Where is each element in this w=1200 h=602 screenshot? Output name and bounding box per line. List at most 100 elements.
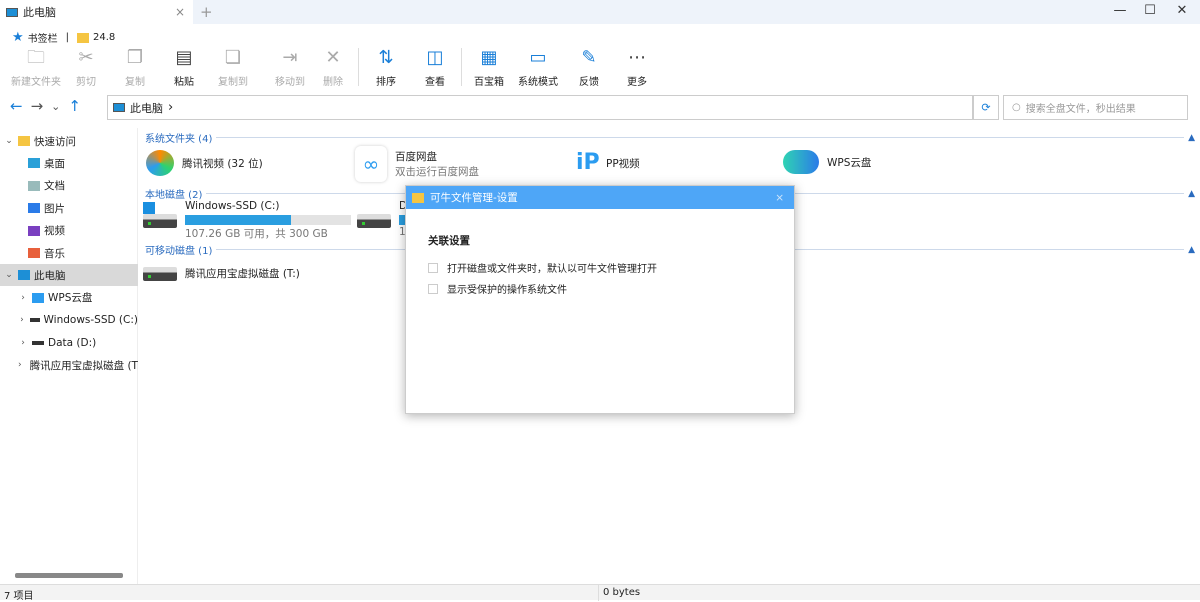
folder-wps-cloud[interactable]: WPS云盘 (783, 150, 871, 174)
bookmark-bar-label[interactable]: 书签栏 (28, 30, 58, 45)
sidebar-item-icon (28, 158, 40, 169)
address-bar[interactable]: 此电脑 › (107, 95, 973, 120)
up-icon[interactable]: ↑ (68, 97, 81, 115)
sidebar-item-1[interactable]: 桌面 (0, 152, 138, 174)
toolbar-label: 粘贴 (174, 77, 194, 88)
breadcrumb-chevron[interactable]: › (168, 100, 173, 115)
sidebar-item-label: 文档 (44, 180, 65, 193)
section-system-folders[interactable]: 系统文件夹 (4) ▲ (145, 130, 1195, 146)
drive-c[interactable]: Windows-SSD (C:) 107.26 GB 可用，共 300 GB (142, 200, 351, 241)
sidebar-item-label: 腾讯应用宝虚拟磁盘 (T:) (29, 359, 138, 372)
more-icon: ⋯ (628, 47, 646, 68)
sidebar-scrollbar[interactable] (15, 573, 123, 578)
sidebar-item-3[interactable]: 图片 (0, 197, 138, 219)
folder-icon (77, 32, 90, 43)
drive-t[interactable]: 腾讯应用宝虚拟磁盘 (T:) (143, 266, 300, 281)
tencent-video-icon (146, 150, 174, 176)
folder-baidu-netdisk[interactable]: ∞ 百度网盘双击运行百度网盘 (355, 146, 479, 182)
chevron-icon[interactable]: ⌄ (4, 270, 14, 280)
toolbar-label: 查看 (425, 77, 445, 88)
toolbar-button-6[interactable]: ✕ 删除 (305, 46, 361, 88)
toolbar-button-4[interactable]: ❏ 复制到 (205, 46, 261, 88)
back-icon[interactable]: ← (10, 97, 23, 115)
option-default-open[interactable]: 打开磁盘或文件夹时，默认以可牛文件管理打开 (428, 260, 657, 275)
sidebar-item-5[interactable]: 音乐 (0, 242, 138, 264)
maximize-button[interactable]: ☐ (1135, 3, 1165, 18)
sidebar-item-9[interactable]: › Data (D:) (0, 332, 138, 354)
copy-to-icon: ❏ (224, 47, 242, 68)
toolbar-button-12[interactable]: ⋯ 更多 (609, 46, 665, 88)
folder-pp-video[interactable]: iP PP视频 (576, 150, 640, 176)
close-dialog-button[interactable]: × (775, 192, 784, 204)
drive-icon (143, 266, 177, 281)
item-subtitle: 双击运行百度网盘 (395, 166, 479, 178)
close-tab-button[interactable]: × (175, 5, 185, 19)
usage-bar (185, 215, 351, 225)
folder-tencent-video[interactable]: 腾讯视频 (32 位) (146, 150, 263, 176)
sidebar-item-label: 视频 (44, 225, 65, 238)
sidebar-item-4[interactable]: 视频 (0, 220, 138, 242)
chevron-icon[interactable]: ⌄ (4, 136, 14, 146)
option-label: 打开磁盘或文件夹时，默认以可牛文件管理打开 (447, 264, 657, 275)
option-label: 显示受保护的操作系统文件 (447, 285, 567, 296)
bookmark-folder[interactable]: 24.8 (93, 32, 115, 43)
sidebar-item-6[interactable]: ⌄ 此电脑 (0, 264, 138, 287)
toolbar-button-7[interactable]: ⇅ 排序 (358, 46, 414, 88)
toolbar-button-3[interactable]: ▤ 粘贴 (156, 46, 212, 88)
pp-video-icon: iP (576, 150, 600, 175)
chevron-icon[interactable]: › (18, 360, 22, 370)
sidebar-item-icon (18, 136, 30, 146)
sidebar-item-7[interactable]: › WPS云盘 (0, 287, 138, 309)
breadcrumb[interactable]: 此电脑 (130, 100, 163, 116)
sidebar-item-2[interactable]: 文档 (0, 175, 138, 197)
sidebar-item-label: WPS云盘 (48, 292, 93, 305)
toolbar-label: 剪切 (76, 77, 96, 88)
collapse-icon[interactable]: ▲ (1188, 245, 1195, 255)
sidebar-item-label: 图片 (44, 202, 65, 215)
toolbar-label: 更多 (627, 77, 647, 88)
toolbar-button-2[interactable]: ❐ 复制 (107, 46, 163, 88)
chevron-icon[interactable]: › (18, 338, 28, 348)
checkbox[interactable] (428, 262, 438, 273)
option-show-protected[interactable]: 显示受保护的操作系统文件 (428, 281, 567, 296)
refresh-button[interactable]: ⟳ (973, 95, 999, 120)
monitor-icon: ▭ (529, 47, 547, 68)
checkbox[interactable] (428, 283, 438, 294)
toolbar-button-1[interactable]: ✂ 剪切 (58, 46, 114, 88)
toolbar-button-9[interactable]: ▦ 百宝箱 (461, 46, 517, 88)
separator: | (65, 32, 70, 43)
chevron-icon[interactable]: › (18, 293, 28, 303)
tab-title: 此电脑 (23, 6, 56, 19)
minimize-button[interactable]: — (1105, 3, 1135, 18)
collapse-icon[interactable]: ▲ (1188, 189, 1195, 199)
forward-icon[interactable]: → (31, 97, 44, 115)
sidebar-item-label: 桌面 (44, 157, 65, 170)
collapse-icon[interactable]: ▲ (1188, 133, 1195, 143)
sidebar-item-10[interactable]: › 腾讯应用宝虚拟磁盘 (T:) (0, 354, 138, 376)
folder-icon (412, 192, 424, 203)
item-name: WPS云盘 (827, 156, 872, 169)
toolbar-label: 复制 (125, 77, 145, 88)
baidu-netdisk-icon: ∞ (355, 146, 387, 182)
sidebar-item-0[interactable]: ⌄ 快速访问 (0, 130, 138, 152)
settings-dialog: 可牛文件管理-设置 × 关联设置 打开磁盘或文件夹时，默认以可牛文件管理打开 显… (405, 185, 795, 414)
chevron-down-icon[interactable]: ⌄ (51, 100, 60, 115)
toolbar-button-0[interactable]: 🗀 新建文件夹 (8, 46, 64, 88)
item-name: 腾讯视频 (32 位) (182, 157, 263, 170)
close-window-button[interactable]: ✕ (1167, 3, 1197, 18)
delete-icon: ✕ (325, 47, 341, 68)
toolbar-button-8[interactable]: ◫ 查看 (407, 46, 463, 88)
drive-info: 107.26 GB 可用，共 300 GB (185, 228, 328, 240)
search-input[interactable]: ○ 搜索全盘文件，秒出结果 (1003, 95, 1188, 120)
new-tab-button[interactable]: + (200, 3, 213, 21)
sidebar-item-icon (28, 203, 40, 214)
paste-icon: ▤ (175, 47, 193, 68)
chevron-icon[interactable]: › (18, 315, 26, 325)
drive-name: 腾讯应用宝虚拟磁盘 (T:) (185, 268, 300, 280)
item-name: 百度网盘 (395, 151, 437, 163)
sidebar-item-8[interactable]: › Windows-SSD (C:) (0, 309, 138, 331)
toolbar-label: 新建文件夹 (11, 77, 61, 88)
tab-this-pc[interactable]: 此电脑 × (0, 0, 193, 24)
toolbar-button-10[interactable]: ▭ 系统模式 (510, 46, 566, 88)
drive-icon (357, 200, 391, 228)
